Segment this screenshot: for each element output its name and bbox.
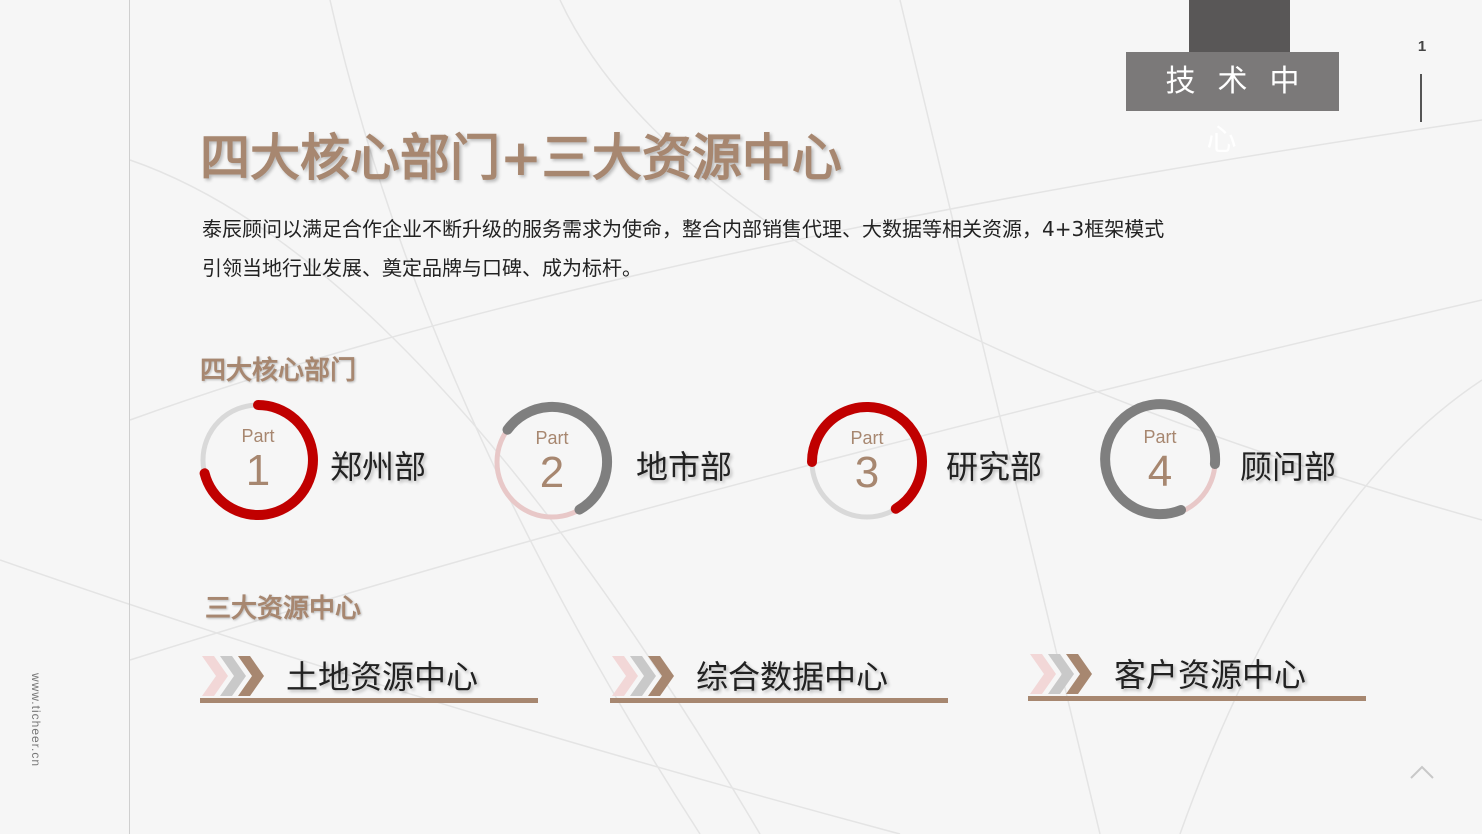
resource-item-client: 客户资源中心 xyxy=(1028,646,1366,702)
part-word: Part xyxy=(1143,427,1177,447)
part-ring-2: Part 2 xyxy=(490,400,614,524)
part-number: 3 xyxy=(854,448,880,497)
resource-name: 客户资源中心 xyxy=(1114,656,1307,694)
website-url: www.ticheer.cn xyxy=(29,672,43,768)
triple-chevron-right-icon xyxy=(612,656,674,696)
intro-line: 泰辰顾问以满足合作企业不断升级的服务需求为使命，整合内部销售代理、大数据等相关资… xyxy=(202,217,1165,241)
section-tag: 技术中心 xyxy=(1126,52,1339,158)
resources-heading: 三大资源中心 xyxy=(205,594,362,624)
resource-underline xyxy=(610,698,948,703)
resource-underline xyxy=(200,698,538,703)
department-name: 郑州部 xyxy=(330,448,427,486)
intro-text: 泰辰顾问以满足合作企业不断升级的服务需求为使命，整合内部销售代理、大数据等相关资… xyxy=(202,210,1282,288)
chevron-up-icon[interactable] xyxy=(1408,762,1436,782)
intro-line: 引领当地行业发展、奠定品牌与口碑、成为标杆。 xyxy=(202,256,642,280)
department-name: 地市部 xyxy=(636,448,733,486)
part-number: 2 xyxy=(539,448,565,497)
part-number: 1 xyxy=(245,446,271,495)
part-number: 4 xyxy=(1147,447,1173,496)
resource-name: 综合数据中心 xyxy=(696,658,889,696)
triple-chevron-right-icon xyxy=(1030,654,1092,694)
part-ring-1: Part 1 xyxy=(196,398,320,522)
department-name: 顾问部 xyxy=(1240,448,1337,486)
part-word: Part xyxy=(850,428,884,448)
part-ring-4: Part 4 xyxy=(1098,399,1222,523)
part-word: Part xyxy=(535,428,569,448)
resource-item-data: 综合数据中心 xyxy=(610,648,948,704)
part-ring-3: Part 3 xyxy=(805,400,929,524)
part-word: Part xyxy=(241,426,275,446)
departments-heading: 四大核心部门 xyxy=(200,356,357,386)
department-name: 研究部 xyxy=(946,448,1043,486)
tag-cap xyxy=(1189,0,1290,52)
page-title: 四大核心部门+三大资源中心 xyxy=(200,129,842,187)
side-divider xyxy=(129,0,130,834)
resource-underline xyxy=(1028,696,1366,701)
resource-name: 土地资源中心 xyxy=(286,658,479,696)
triple-chevron-right-icon xyxy=(202,656,264,696)
resource-item-land: 土地资源中心 xyxy=(200,648,538,704)
page-indicator-bar xyxy=(1420,74,1422,122)
page-number: 1 xyxy=(1417,38,1427,55)
